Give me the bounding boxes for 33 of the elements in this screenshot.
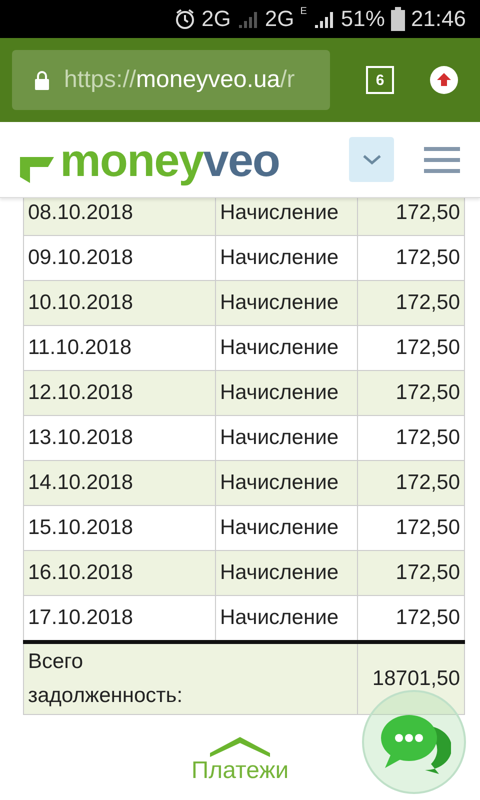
- network-type: 2G: [264, 6, 294, 32]
- dropdown-button[interactable]: [349, 137, 394, 182]
- date-cell: 14.10.2018: [24, 460, 216, 506]
- menu-button[interactable]: [424, 146, 460, 172]
- logo-icon: [20, 156, 54, 182]
- menu-icon: [424, 146, 460, 172]
- date-cell: 16.10.2018: [24, 550, 216, 596]
- clock: 21:46: [410, 6, 466, 32]
- network-type: 2G: [202, 6, 231, 32]
- total-amount: 18701,50: [357, 642, 464, 714]
- date-cell: 10.10.2018: [24, 280, 216, 326]
- network-subtype: E: [300, 6, 307, 17]
- type-cell: Начисление: [216, 280, 358, 326]
- amount-cell: 172,50: [357, 370, 464, 416]
- battery-icon: [390, 7, 405, 31]
- date-cell: 12.10.2018: [24, 370, 216, 416]
- tab-count-button[interactable]: 6: [366, 66, 394, 94]
- amount-cell: 172,50: [357, 280, 464, 326]
- update-icon[interactable]: [430, 66, 458, 94]
- total-label: Всего задолженность:: [24, 642, 358, 714]
- chevron-down-icon: [362, 154, 380, 164]
- type-cell: Начисление: [216, 550, 358, 596]
- url-text: https://moneyveo.ua/r: [64, 66, 295, 94]
- amount-cell: 172,50: [357, 550, 464, 596]
- type-cell: Начисление: [216, 370, 358, 416]
- lock-icon: [34, 70, 50, 90]
- alarm-icon: [174, 8, 196, 30]
- payments-link[interactable]: Платежи: [191, 757, 289, 785]
- chevron-up-icon[interactable]: [210, 735, 270, 757]
- battery-percent: 51%: [340, 6, 385, 32]
- type-cell: Начисление: [216, 460, 358, 506]
- address-bar[interactable]: https://moneyveo.ua/r: [12, 50, 330, 110]
- amount-cell: 172,50: [357, 460, 464, 506]
